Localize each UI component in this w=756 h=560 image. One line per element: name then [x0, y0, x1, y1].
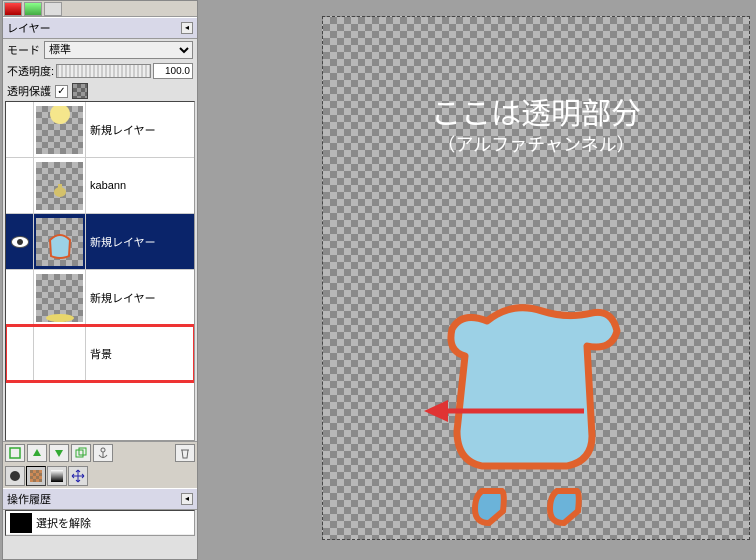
- alpha-lock-swatch-icon: [72, 83, 88, 99]
- layer-name[interactable]: 新規レイヤー: [86, 270, 194, 325]
- layer-name[interactable]: 背景: [86, 326, 194, 381]
- new-layer-button[interactable]: [5, 444, 25, 462]
- layer-name[interactable]: 新規レイヤー: [86, 102, 194, 157]
- layer-row[interactable]: 新規レイヤー: [6, 102, 194, 158]
- lower-layer-button[interactable]: [49, 444, 69, 462]
- duplicate-layer-button[interactable]: [71, 444, 91, 462]
- panel-menu-button[interactable]: ◂: [181, 22, 193, 34]
- raise-layer-button[interactable]: [27, 444, 47, 462]
- delete-layer-button[interactable]: [175, 444, 195, 462]
- visibility-toggle[interactable]: [6, 102, 34, 157]
- canvas-area: ここは透明部分 （アルファチャンネル）: [200, 0, 756, 560]
- canvas[interactable]: ここは透明部分 （アルファチャンネル）: [322, 16, 750, 540]
- dock-tabbar[interactable]: [3, 1, 197, 17]
- tab-patterns-icon[interactable]: [26, 466, 46, 486]
- blend-mode-select[interactable]: 標準: [44, 41, 193, 59]
- anchor-layer-button[interactable]: [93, 444, 113, 462]
- layer-thumbnail: [36, 218, 83, 266]
- layer-thumbnail: [36, 106, 83, 154]
- history-item[interactable]: 選択を解除: [6, 511, 194, 535]
- layer-row[interactable]: 新規レイヤー: [6, 214, 194, 270]
- eye-icon: [11, 236, 29, 248]
- layer-thumbnail: [36, 274, 83, 322]
- visibility-toggle[interactable]: [6, 270, 34, 325]
- layer-name[interactable]: kabann: [86, 158, 194, 213]
- annotation-arrow: [424, 396, 584, 426]
- tab-layers-icon[interactable]: [4, 2, 22, 16]
- layers-header: レイヤー ◂: [3, 17, 197, 39]
- annotation-text-2: （アルファチャンネル）: [437, 131, 634, 157]
- history-title: 操作履歴: [7, 491, 51, 507]
- visibility-toggle[interactable]: [6, 158, 34, 213]
- visibility-toggle[interactable]: [6, 326, 34, 381]
- layer-row[interactable]: 新規レイヤー: [6, 270, 194, 326]
- history-header: 操作履歴 ◂: [3, 488, 197, 510]
- alpha-lock-checkbox[interactable]: ✓: [55, 85, 68, 98]
- layer-name[interactable]: 新規レイヤー: [86, 214, 194, 269]
- layer-thumbnail: [36, 162, 83, 210]
- layers-title: レイヤー: [7, 20, 51, 36]
- layers-list[interactable]: 新規レイヤー kabann 新規レイヤー 新規レイヤー 背景: [5, 101, 195, 441]
- alpha-lock-label: 透明保護: [7, 83, 51, 99]
- annotation-text-1: ここは透明部分: [431, 89, 641, 133]
- tab-channels-icon[interactable]: [24, 2, 42, 16]
- history-label: 選択を解除: [36, 515, 91, 531]
- opacity-slider[interactable]: [56, 64, 151, 78]
- layer-row[interactable]: 背景: [6, 326, 194, 382]
- history-thumbnail: [10, 513, 32, 533]
- panel-menu-button[interactable]: ◂: [181, 493, 193, 505]
- opacity-input[interactable]: [153, 63, 193, 79]
- visibility-toggle[interactable]: [6, 214, 34, 269]
- tab-brushes-icon[interactable]: [5, 466, 25, 486]
- tab-paths-icon[interactable]: [44, 2, 62, 16]
- history-list[interactable]: 選択を解除: [5, 510, 195, 536]
- dock-tabbar-2[interactable]: [3, 464, 197, 488]
- tab-move-icon[interactable]: [68, 466, 88, 486]
- layer-row[interactable]: kabann: [6, 158, 194, 214]
- layer-buttons-bar: [3, 441, 197, 464]
- mode-label: モード: [7, 42, 40, 58]
- layer-thumbnail: [36, 330, 83, 378]
- tab-gradients-icon[interactable]: [47, 466, 67, 486]
- opacity-label: 不透明度:: [7, 63, 54, 79]
